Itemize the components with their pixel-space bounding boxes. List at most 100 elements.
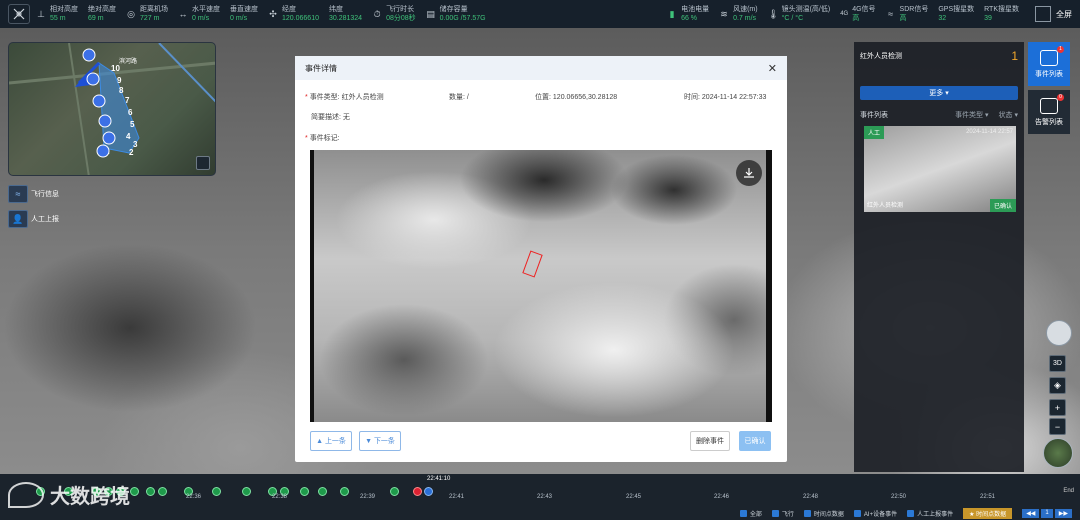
wind-icon: ≋ bbox=[720, 9, 728, 19]
next-page-button[interactable]: ▶▶ bbox=[1054, 509, 1072, 518]
stat-4g-signal: 4G 4G信号高 bbox=[840, 6, 876, 22]
timeline-event-marker[interactable] bbox=[318, 487, 327, 496]
waypoint-label: 7 bbox=[125, 96, 130, 105]
event-type-filter[interactable]: 事件类型 ▾ bbox=[955, 110, 988, 120]
thermal-snapshot bbox=[314, 150, 766, 422]
timeline-event-marker[interactable] bbox=[146, 487, 155, 496]
stat-distance-home: ◎ 距离机场 727 m bbox=[127, 6, 168, 22]
layers-button[interactable]: ◈ bbox=[1049, 377, 1066, 394]
top-status-bar: ⊥ 相对高度 55 m 绝对高度 69 m ◎ 距离机场 727 m ↔ 水平速度 0 … bbox=[0, 0, 1080, 28]
timeline-tick: 22:43 bbox=[537, 494, 553, 500]
stat-wind-speed: ≋ 风速(m) 0.7 m/s bbox=[720, 6, 758, 22]
timeline-cursor-marker[interactable] bbox=[424, 487, 433, 496]
clock-icon: ⏱ bbox=[373, 9, 381, 19]
dialog-title: 事件详情 bbox=[305, 63, 337, 73]
timeline-tick: 22:38 bbox=[272, 494, 288, 500]
event-badge: 1 bbox=[1057, 46, 1064, 53]
flight-minimap[interactable]: 滨河路 10 9 8 7 6 5 4 3 2 1 bbox=[8, 42, 216, 176]
timeline-filter-bar: 全部 飞行 时间点数据 AI+设备事件 人工上报事件 ★ 时间点数据 ◀◀ 1 … bbox=[0, 507, 1080, 520]
signal-bars-icon: 4G bbox=[840, 11, 849, 17]
timeline-alarm-marker[interactable] bbox=[413, 487, 422, 496]
event-card[interactable]: 人工 2024-11-14 22:57 红外人员检测 已确认 bbox=[864, 126, 1016, 212]
download-button[interactable] bbox=[736, 160, 762, 186]
timepoint-save-button[interactable]: ★ 时间点数据 bbox=[963, 508, 1013, 519]
position-field: 位置: 120.06656,30.28128 bbox=[535, 94, 618, 101]
drone-icon bbox=[13, 8, 25, 20]
tab-event-list[interactable]: 1 事件列表 bbox=[1028, 42, 1070, 86]
delete-event-button[interactable]: 删除事件 bbox=[690, 431, 730, 451]
event-image-frame bbox=[310, 150, 772, 422]
waypoint-label: 2 bbox=[129, 148, 134, 157]
layers-icon: ◈ bbox=[1054, 380, 1061, 390]
timeline-tick: 22:41 bbox=[449, 494, 465, 500]
zoom-out-button[interactable]: − bbox=[1049, 418, 1066, 435]
minimap-expand-button[interactable] bbox=[196, 156, 210, 170]
watermark-logo: 大数跨境 bbox=[8, 480, 130, 509]
speed-icon: ↔ bbox=[178, 9, 188, 19]
waypoint-label: 4 bbox=[126, 132, 131, 141]
close-icon[interactable]: ✕ bbox=[768, 62, 777, 75]
flight-timeline[interactable]: 22:41:10 22:36 22:38 22:39 22:41 22:43 2… bbox=[0, 474, 1080, 520]
event-card-name: 红外人员检测 bbox=[867, 203, 904, 209]
filter-manual-report-checkbox[interactable]: 人工上报事件 bbox=[907, 509, 953, 518]
timeline-event-marker[interactable] bbox=[212, 487, 221, 496]
prev-event-button[interactable]: ▲ 上一条 bbox=[310, 431, 352, 451]
stat-longitude: ✣ 经度 120.066610 bbox=[269, 6, 319, 22]
view-3d-button[interactable]: 3D bbox=[1049, 355, 1066, 372]
person-detection-box bbox=[522, 250, 543, 278]
drone-icon: ✣ bbox=[269, 9, 277, 19]
confirmed-button[interactable]: 已确认 bbox=[739, 431, 771, 451]
event-source-tag: 人工 bbox=[864, 126, 885, 139]
wifi-icon: ≈ bbox=[888, 9, 894, 19]
timeline-tick: 22:45 bbox=[626, 494, 642, 500]
filter-ai-device-checkbox[interactable]: AI+设备事件 bbox=[853, 509, 897, 518]
logo-mark-icon bbox=[8, 481, 44, 508]
timeline-tick: 22:48 bbox=[803, 494, 819, 500]
stat-vertical-speed: 垂直速度 0 m/s bbox=[230, 6, 258, 22]
fullscreen-icon bbox=[1035, 6, 1051, 22]
prev-page-button[interactable]: ◀◀ bbox=[1022, 509, 1040, 518]
timeline-event-marker[interactable] bbox=[158, 487, 167, 496]
waypoint-label: 8 bbox=[119, 86, 124, 95]
flight-info-button[interactable]: ≈ 飞行信息 bbox=[8, 185, 59, 203]
next-event-button[interactable]: ▼ 下一条 bbox=[359, 431, 401, 451]
timeline-track[interactable]: 22:36 22:38 22:39 22:41 22:43 22:45 22:4… bbox=[0, 479, 1080, 505]
waypoint-label: 10 bbox=[111, 64, 120, 73]
status-filter[interactable]: 状态 ▾ bbox=[999, 110, 1018, 120]
drone-menu-button[interactable] bbox=[8, 4, 30, 24]
timeline-tick: 22:39 bbox=[360, 494, 376, 500]
altitude-icon: ⊥ bbox=[37, 9, 45, 19]
filter-timepoint-checkbox[interactable]: 时间点数据 bbox=[803, 509, 844, 518]
timeline-event-marker[interactable] bbox=[130, 487, 139, 496]
timeline-pagination: ◀◀ 1 ▶▶ bbox=[1022, 509, 1072, 518]
stat-sdr-signal: ≈ SDR信号高 bbox=[886, 5, 928, 23]
timeline-event-marker[interactable] bbox=[242, 487, 251, 496]
page-number[interactable]: 1 bbox=[1041, 509, 1053, 518]
more-button[interactable]: 更多 ▾ bbox=[860, 86, 1018, 100]
stat-relative-altitude: ⊥ 相对高度 55 m bbox=[37, 6, 78, 22]
topbar-right-group: ▮ 电池电量 66 % ≋ 风速(m) 0.7 m/s 🌡 镜头测温(高/低) °C … bbox=[667, 0, 1080, 28]
stat-latitude: 纬度 30.281324 bbox=[328, 6, 363, 22]
fullscreen-button[interactable]: 全屏 bbox=[1035, 6, 1072, 22]
filter-flight-checkbox[interactable]: 飞行 bbox=[771, 509, 794, 518]
event-panel-header: 红外人员检测 1 bbox=[860, 49, 1018, 63]
timeline-tick: 22:50 bbox=[891, 494, 907, 500]
event-list-icon bbox=[1040, 49, 1058, 66]
tab-alarm-list[interactable]: 0 告警列表 bbox=[1028, 90, 1070, 134]
compass-icon[interactable] bbox=[1046, 320, 1072, 346]
alarm-icon bbox=[1040, 97, 1058, 114]
waypoint-label: 3 bbox=[133, 140, 138, 149]
alarm-badge: 0 bbox=[1057, 94, 1064, 101]
stat-absolute-altitude: 绝对高度 69 m bbox=[88, 6, 116, 22]
event-mark-label: * 事件标记: bbox=[305, 135, 340, 142]
storage-icon: ▤ bbox=[426, 9, 435, 19]
minimap-street-label: 滨河路 bbox=[119, 57, 137, 65]
timeline-event-marker[interactable] bbox=[300, 487, 309, 496]
timeline-event-marker[interactable] bbox=[390, 487, 399, 496]
timeline-event-marker[interactable] bbox=[340, 487, 349, 496]
manual-report-button[interactable]: 👤 人工上报 bbox=[8, 210, 59, 228]
filter-all-checkbox[interactable]: 全部 bbox=[739, 509, 762, 518]
map-thumbnail-button[interactable] bbox=[1043, 438, 1073, 468]
stat-rtk-satellites: RTK搜星数 39 bbox=[984, 6, 1019, 22]
zoom-in-button[interactable]: + bbox=[1049, 399, 1066, 416]
